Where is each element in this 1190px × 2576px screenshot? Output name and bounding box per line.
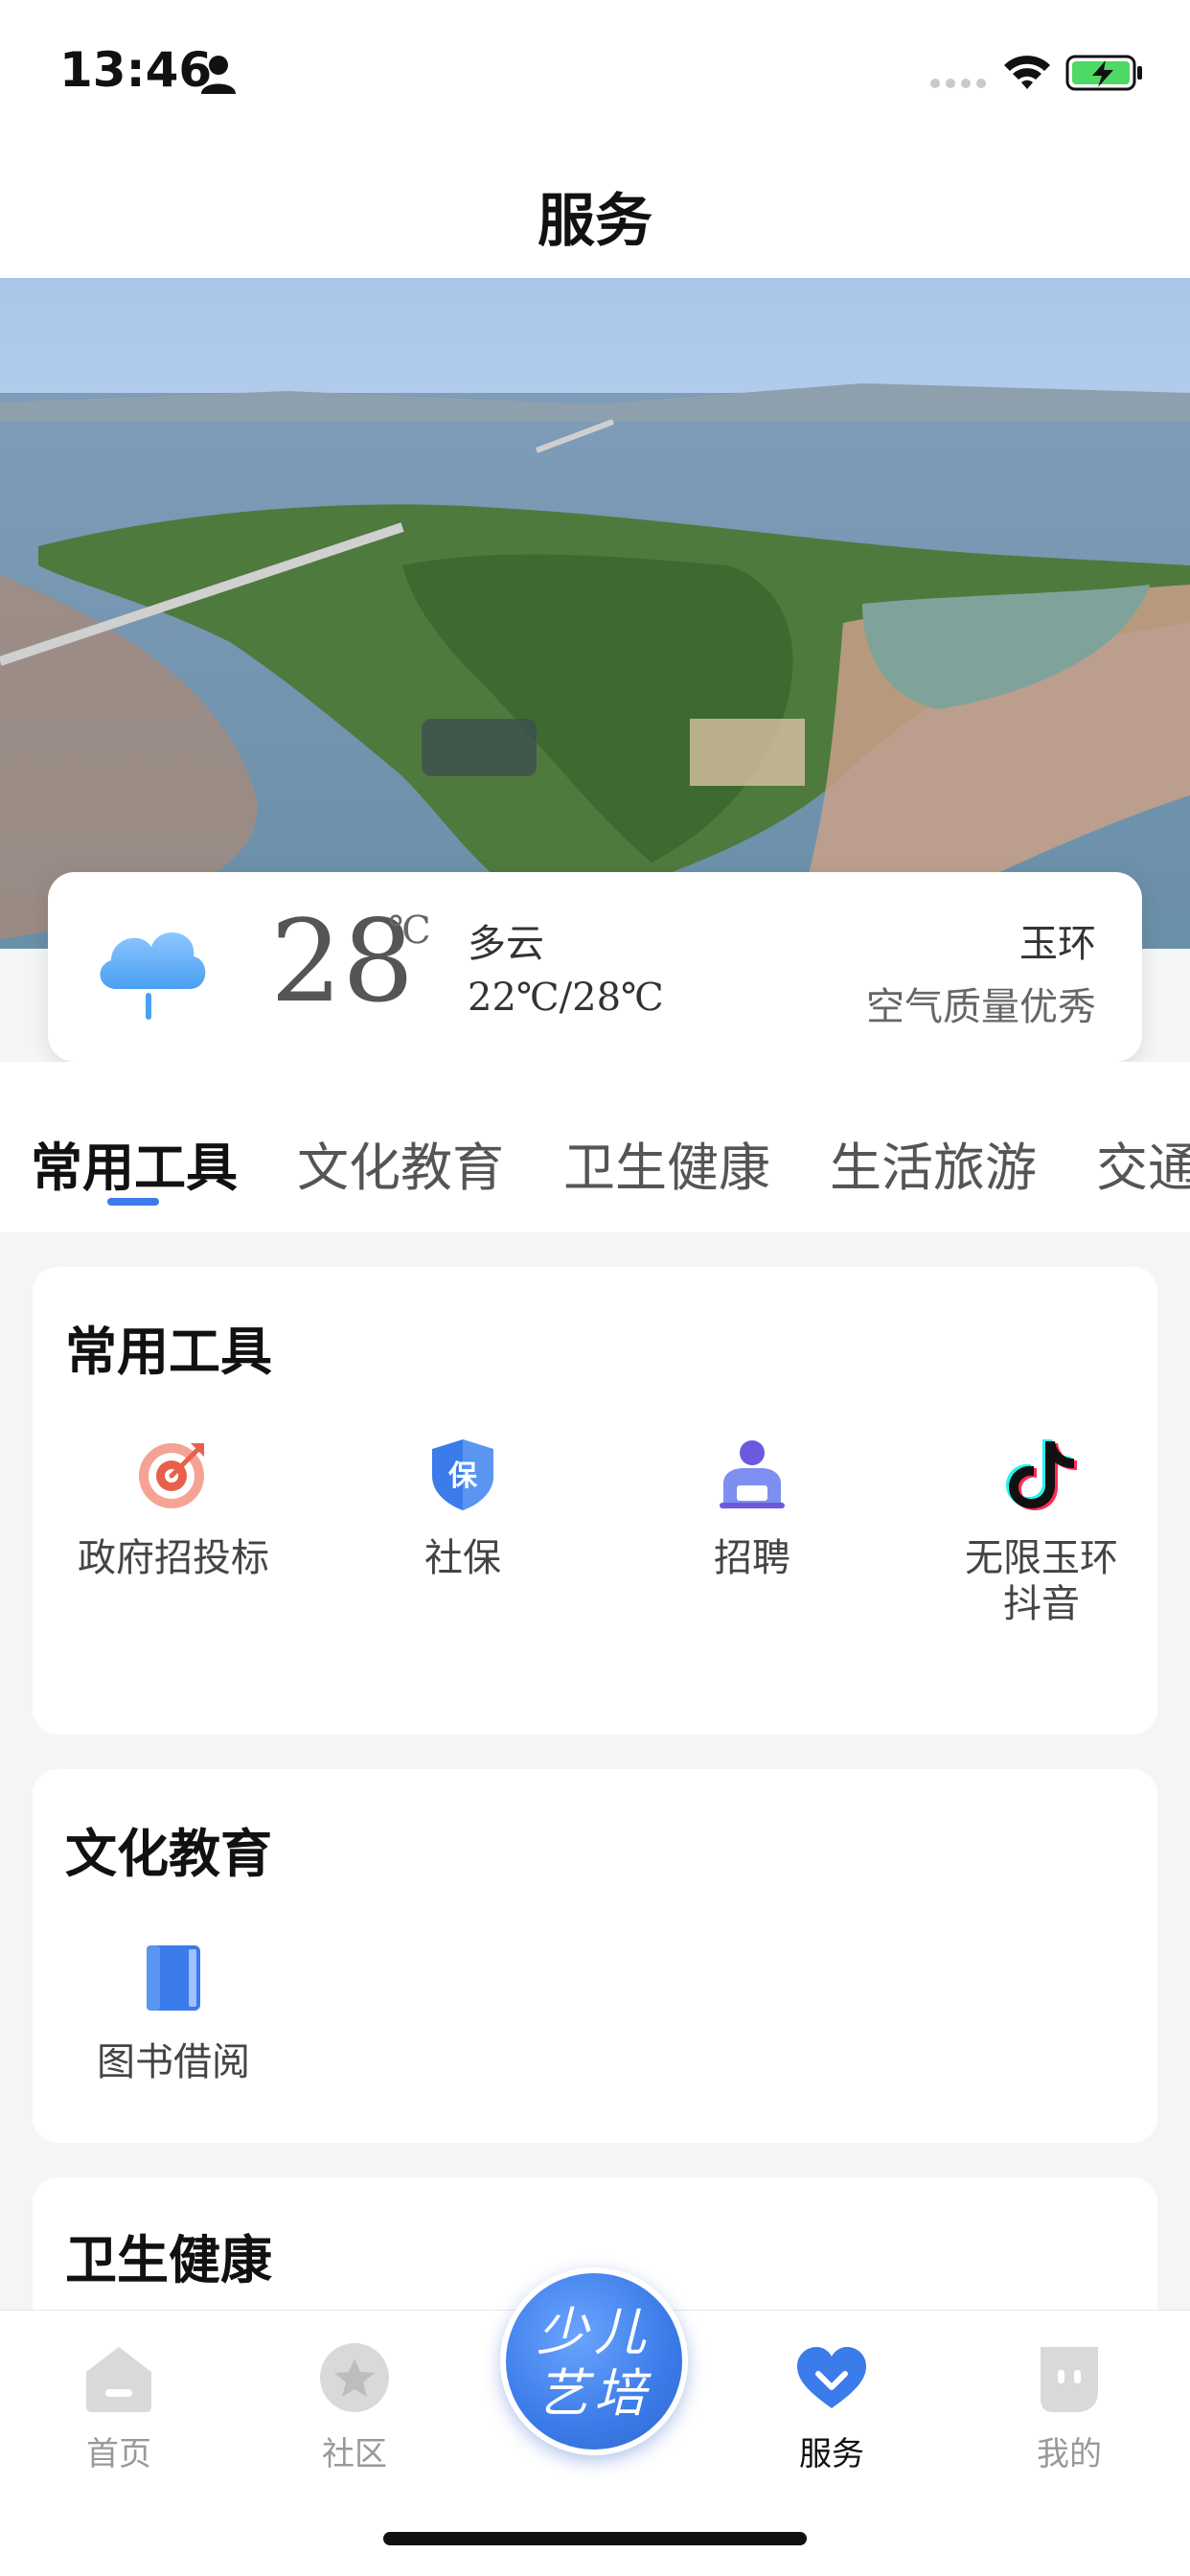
- battery-icon: [1065, 55, 1142, 91]
- tool-label: 无限玉环 抖音: [965, 1536, 1118, 1626]
- banner-landscape: [0, 278, 1190, 949]
- tool-library-borrowing[interactable]: 图书借阅: [44, 1940, 303, 2085]
- tabbar-label: 首页: [86, 2435, 151, 2473]
- profile-icon: [1041, 2347, 1098, 2412]
- recruit-person-icon: [720, 1440, 785, 1508]
- section-common-tools: 常用工具 政府招投标 保 社保 招聘 无限玉环 抖音: [33, 1267, 1157, 1735]
- section-title: 卫生健康: [65, 2229, 272, 2290]
- nav-header: 服务: [0, 144, 1190, 278]
- home-icon: [86, 2347, 151, 2412]
- category-tabs: 常用工具 文化教育 卫生健康 生活旅游 交通: [0, 1062, 1190, 1232]
- book-icon: [147, 1945, 200, 2011]
- tool-government-bidding[interactable]: 政府招投标: [44, 1436, 303, 1581]
- tool-label: 图书借阅: [97, 2040, 250, 2084]
- tab-health[interactable]: 卫生健康: [563, 1125, 770, 1201]
- person-icon: [201, 56, 236, 94]
- home-indicator: [383, 2532, 807, 2545]
- wifi-icon: [1004, 56, 1050, 89]
- tool-label: 招聘: [714, 1536, 790, 1580]
- tool-recruitment[interactable]: 招聘: [623, 1436, 881, 1581]
- tool-social-security[interactable]: 保 社保: [333, 1436, 592, 1581]
- section-culture-education: 文化教育 图书借阅: [33, 1769, 1157, 2143]
- tab-life-travel[interactable]: 生活旅游: [830, 1125, 1037, 1201]
- weather-range: 22℃/28℃: [468, 976, 664, 1020]
- weather-card[interactable]: 28 ℃ 多云 22℃/28℃ 玉环 空气质量优秀: [48, 872, 1142, 1062]
- tool-label: 社保: [424, 1536, 501, 1580]
- weather-city: 玉环: [1019, 922, 1096, 966]
- target-icon: [139, 1443, 204, 1508]
- status-time: 13:46: [59, 42, 213, 98]
- tab-transport[interactable]: 交通: [1096, 1125, 1190, 1201]
- tab-active-indicator: [107, 1198, 159, 1206]
- tabbar-community[interactable]: 社区: [278, 2339, 431, 2474]
- weather-unit: ℃: [388, 908, 431, 953]
- tabbar-home[interactable]: 首页: [42, 2339, 195, 2474]
- section-title: 常用工具: [65, 1321, 272, 1382]
- svg-text:保: 保: [448, 1460, 478, 1493]
- star-icon: [320, 2343, 389, 2412]
- weather-condition: 多云: [468, 922, 544, 966]
- section-title: 文化教育: [65, 1823, 272, 1884]
- tabbar-label: 服务: [799, 2435, 864, 2473]
- page-title: 服务: [538, 188, 652, 255]
- tabbar-label: 我的: [1037, 2435, 1102, 2473]
- center-badge-label: 少儿艺培: [537, 2302, 652, 2424]
- tab-culture-education[interactable]: 文化教育: [297, 1125, 504, 1201]
- signal-icon: [930, 79, 986, 88]
- tool-yuhuan-douyin[interactable]: 无限玉环 抖音: [912, 1436, 1171, 1627]
- cloud-rain-icon: [100, 932, 206, 1020]
- heart-icon: [797, 2347, 866, 2408]
- tabbar-label: 社区: [322, 2435, 387, 2473]
- weather-air-quality: 空气质量优秀: [866, 985, 1096, 1029]
- shield-bao-icon: 保: [432, 1439, 493, 1510]
- banner-image[interactable]: [0, 278, 1190, 949]
- tab-common-tools[interactable]: 常用工具: [31, 1125, 238, 1201]
- tiktok-icon: [1006, 1439, 1077, 1510]
- tabbar-services[interactable]: 服务: [755, 2339, 908, 2474]
- center-badge-youth-art[interactable]: 少儿艺培: [500, 2267, 688, 2455]
- tabbar-mine[interactable]: 我的: [993, 2339, 1146, 2474]
- tool-label: 政府招投标: [78, 1536, 269, 1580]
- status-bar: 13:46: [0, 0, 1190, 144]
